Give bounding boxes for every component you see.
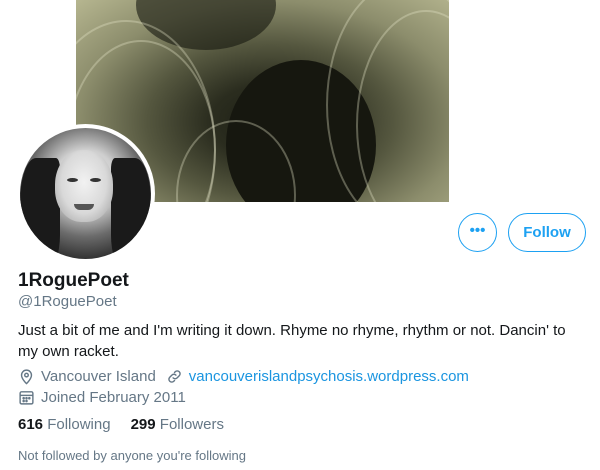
profile-location: Vancouver Island bbox=[18, 368, 156, 385]
followers-label: Followers bbox=[159, 416, 224, 433]
link-icon bbox=[166, 368, 183, 385]
avatar-image bbox=[20, 128, 151, 259]
follow-button[interactable]: Follow bbox=[508, 213, 586, 252]
joined-text: Joined February 2011 bbox=[41, 389, 186, 406]
followers-count: 299 bbox=[130, 416, 160, 433]
profile-avatar[interactable] bbox=[16, 124, 155, 263]
more-dots-icon: ••• bbox=[469, 222, 486, 239]
following-label: Following bbox=[47, 416, 111, 433]
display-name: 1RoguePoet bbox=[18, 270, 129, 291]
following-stat[interactable]: 616 Following bbox=[18, 416, 111, 433]
website-link[interactable]: vancouverislandpsychosis.wordpress.com bbox=[189, 368, 469, 385]
calendar-icon bbox=[18, 389, 35, 406]
location-text: Vancouver Island bbox=[41, 368, 156, 385]
profile-joined-row: Joined February 2011 bbox=[18, 389, 196, 406]
following-count: 616 bbox=[18, 416, 48, 433]
user-handle: @1RoguePoet bbox=[18, 293, 117, 310]
profile-bio: Just a bit of me and I'm writing it down… bbox=[18, 322, 566, 360]
profile-joined: Joined February 2011 bbox=[18, 389, 186, 406]
followed-by-note: Not followed by anyone you're following bbox=[18, 448, 246, 463]
location-pin-icon bbox=[18, 368, 35, 385]
more-options-button[interactable]: ••• bbox=[458, 213, 497, 252]
follow-stats: 616 Following 299 Followers bbox=[18, 416, 244, 433]
profile-meta-row: Vancouver Island vancouverislandpsychosi… bbox=[18, 368, 479, 385]
followers-stat[interactable]: 299 Followers bbox=[131, 416, 224, 433]
profile-website[interactable]: vancouverislandpsychosis.wordpress.com bbox=[166, 368, 469, 385]
